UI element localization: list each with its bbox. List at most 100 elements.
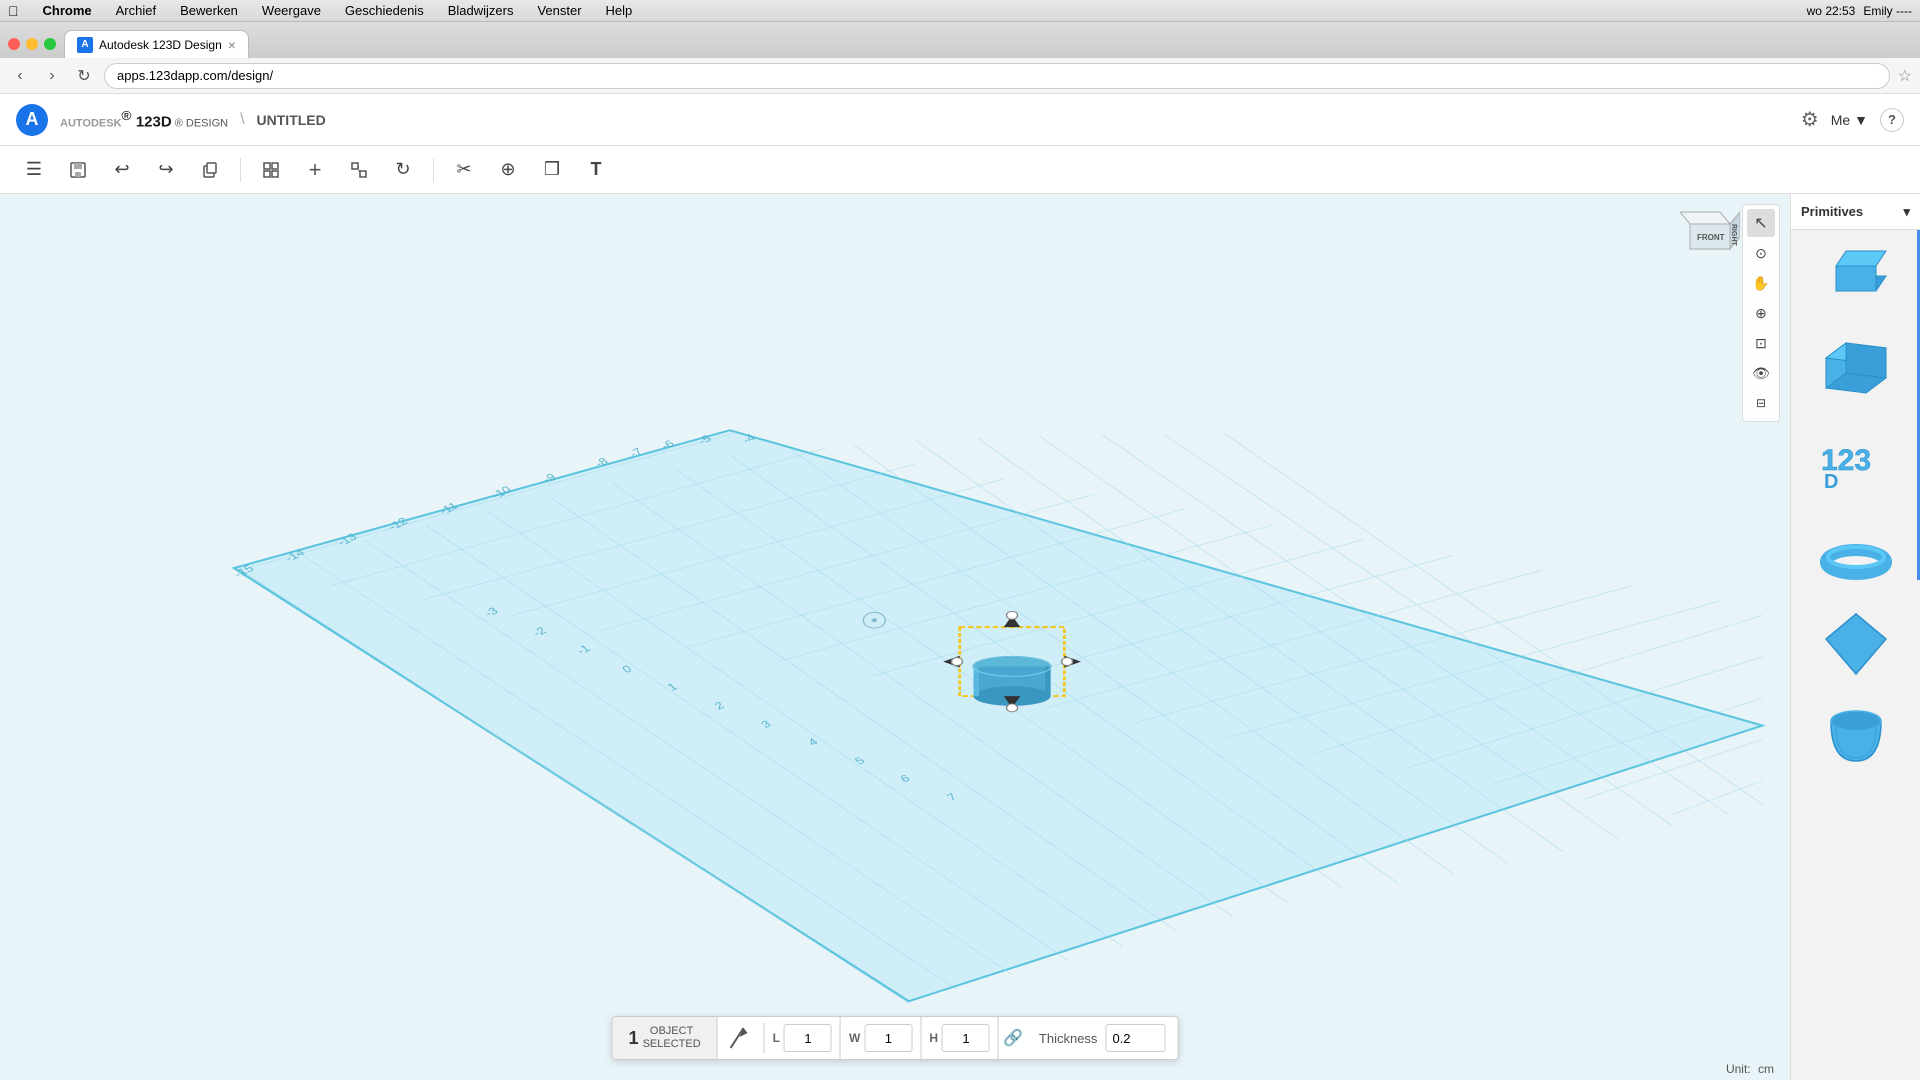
forward-button[interactable]: › [40, 64, 64, 88]
me-button[interactable]: Me ▼ [1831, 112, 1868, 128]
h-input[interactable] [942, 1024, 990, 1052]
window-close-btn[interactable] [8, 38, 20, 50]
primitive-diamond[interactable] [1791, 598, 1920, 690]
selected-label: OBJECT SELECTED [643, 1025, 701, 1051]
primitives-panel: Primitives ▾ [1790, 194, 1920, 1080]
menubar-time: wo 22:53 [1807, 4, 1856, 18]
select-tool-button[interactable]: ↖ [1747, 209, 1775, 237]
menu-help[interactable]: Help [602, 3, 637, 18]
refresh-view-button[interactable]: ↻ [385, 152, 421, 188]
perspective-button[interactable]: 👁 [1747, 359, 1775, 387]
transform-button[interactable]: ⊕ [490, 152, 526, 188]
brand-exp: ® [122, 108, 132, 123]
w-dimension-field: W [841, 1017, 921, 1059]
app-logo: A [16, 104, 48, 136]
layers-button[interactable]: ❒ [534, 152, 570, 188]
menu-weergave[interactable]: Weergave [258, 3, 325, 18]
toolbar: ☰ ↩ ↪ + ↻ ✂ ⊕ ❒ T [0, 146, 1920, 194]
view-tools-panel: ↖ ⊙ ✋ ⊕ ⊡ 👁 ⊟ [1742, 204, 1780, 422]
thickness-input[interactable] [1105, 1024, 1165, 1052]
refresh-button[interactable]: ↻ [72, 64, 96, 88]
toolbar-separator-2 [433, 158, 434, 182]
add-shape-button[interactable]: + [297, 152, 333, 188]
settings-icon[interactable]: ⚙ [1801, 107, 1819, 132]
l-input[interactable] [784, 1024, 832, 1052]
link-proportional-icon[interactable]: 🔗 [999, 1028, 1027, 1048]
help-button[interactable]: ? [1880, 108, 1904, 132]
snap-button[interactable] [341, 152, 377, 188]
3d-viewport[interactable]: -15 -14 -13 -12 -11 -10 -9 -8 -7 -6 -5 -… [0, 194, 1790, 1080]
orbit-tool-button[interactable]: ⊙ [1747, 239, 1775, 267]
status-bar: Unit: cm [1718, 1058, 1782, 1080]
primitive-bucket[interactable] [1791, 690, 1920, 782]
primitive-box[interactable] [1791, 230, 1920, 322]
zoom-tool-button[interactable]: ⊕ [1747, 299, 1775, 327]
selected-count: 1 [629, 1028, 639, 1049]
thickness-label: Thickness [1039, 1031, 1098, 1046]
redo-button[interactable]: ↪ [148, 152, 184, 188]
h-dimension-field: H [921, 1017, 999, 1059]
window-minimize-btn[interactable] [26, 38, 38, 50]
app-header: A AUTODESK® 123D ® DESIGN \ UNTITLED ⚙ M… [0, 94, 1920, 146]
address-input[interactable] [104, 63, 1890, 89]
bottom-panel: 1 OBJECT SELECTED L [612, 1016, 1179, 1060]
browser-tab[interactable]: A Autodesk 123D Design × [64, 30, 249, 58]
main-content: -15 -14 -13 -12 -11 -10 -9 -8 -7 -6 -5 -… [0, 194, 1920, 1080]
mac-menubar:  Chrome Archief Bewerken Weergave Gesch… [0, 0, 1920, 22]
me-chevron-icon: ▼ [1854, 112, 1868, 128]
back-button[interactable]: ‹ [8, 64, 32, 88]
camera-button[interactable]: ⊟ [1747, 389, 1775, 417]
copy-button[interactable] [192, 152, 228, 188]
primitive-text3d[interactable]: 123 D [1791, 414, 1920, 506]
breadcrumb-separator: \ [240, 111, 244, 129]
save-button[interactable] [60, 152, 96, 188]
svg-text:RIGHT: RIGHT [1730, 224, 1737, 247]
thickness-field: Thickness [1027, 1024, 1178, 1052]
svg-text:D: D [1824, 471, 1838, 493]
me-label: Me [1831, 112, 1850, 128]
window-controls [8, 38, 56, 58]
project-name: UNTITLED [257, 112, 326, 128]
primitives-chevron-icon[interactable]: ▾ [1903, 204, 1910, 220]
address-bar: ‹ › ↻ ☆ [0, 58, 1920, 94]
chrome-window: A Autodesk 123D Design × ‹ › ↻ ☆ A AUTOD… [0, 22, 1920, 1080]
nav-cube[interactable]: FRONT RIGHT [1680, 204, 1740, 264]
primitives-title: Primitives [1801, 204, 1863, 219]
menu-bewerken[interactable]: Bewerken [176, 3, 242, 18]
scissors-button[interactable]: ✂ [446, 152, 482, 188]
tool-indicator [718, 1023, 765, 1053]
brand-top: AUTODESK [60, 117, 122, 129]
undo-button[interactable]: ↩ [104, 152, 140, 188]
toolbar-separator-1 [240, 158, 241, 182]
text-button[interactable]: T [578, 152, 614, 188]
tab-close-icon[interactable]: × [228, 37, 236, 53]
grid-toggle-button[interactable] [253, 152, 289, 188]
h-label: H [929, 1031, 938, 1045]
bookmark-star-icon[interactable]: ☆ [1898, 66, 1912, 86]
menu-toggle-button[interactable]: ☰ [16, 152, 52, 188]
menubar-right: wo 22:53 Emily ---- [1807, 4, 1912, 18]
menu-chrome[interactable]: Chrome [39, 3, 96, 18]
l-dimension-field: L [765, 1017, 841, 1059]
w-input[interactable] [864, 1024, 912, 1052]
menu-bladwijzers[interactable]: Bladwijzers [444, 3, 518, 18]
brand-name: 123D [136, 113, 172, 130]
tab-label: Autodesk 123D Design [99, 38, 222, 52]
primitives-list: 123 D [1791, 230, 1920, 1080]
primitive-torus[interactable] [1791, 506, 1920, 598]
fit-view-button[interactable]: ⊡ [1747, 329, 1775, 357]
selected-info: 1 OBJECT SELECTED [613, 1017, 718, 1059]
apple-logo[interactable]:  [8, 3, 19, 19]
menu-archief[interactable]: Archief [112, 3, 160, 18]
menu-geschiedenis[interactable]: Geschiedenis [341, 3, 428, 18]
menu-venster[interactable]: Venster [533, 3, 585, 18]
window-maximize-btn[interactable] [44, 38, 56, 50]
svg-text:FRONT: FRONT [1697, 233, 1725, 242]
viewport-grid: -15 -14 -13 -12 -11 -10 -9 -8 -7 -6 -5 -… [0, 194, 1790, 1080]
primitive-cylinder[interactable] [1791, 322, 1920, 414]
pan-tool-button[interactable]: ✋ [1747, 269, 1775, 297]
menubar-user: Emily ---- [1863, 4, 1912, 18]
app-name-label: ® DESIGN [172, 117, 228, 129]
app-brand: AUTODESK® 123D ® DESIGN [60, 108, 228, 131]
primitives-header: Primitives ▾ [1791, 194, 1920, 230]
